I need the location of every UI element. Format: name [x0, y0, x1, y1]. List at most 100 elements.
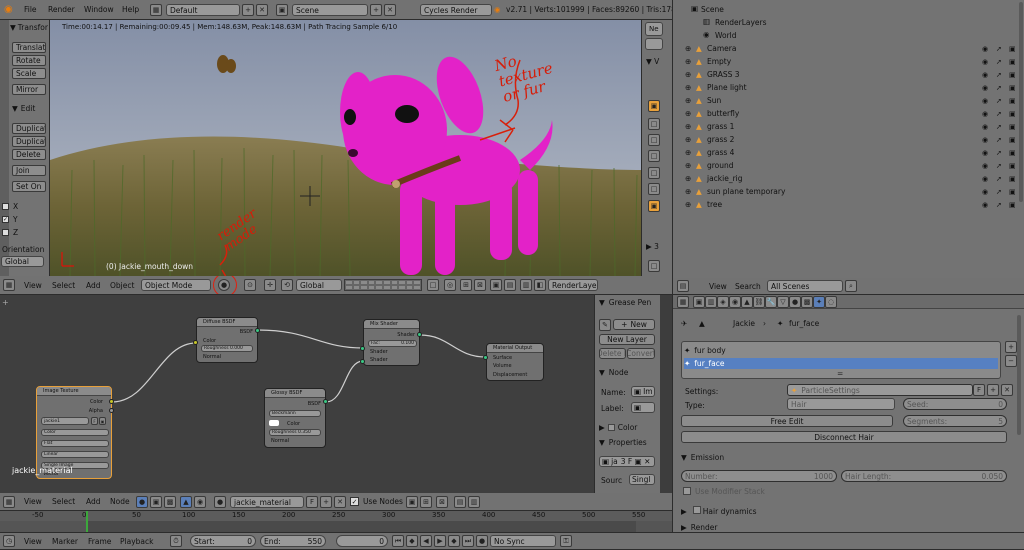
hair-length-field[interactable]: Hair Length: 0.050	[841, 470, 1007, 482]
grease-pencil-header[interactable]: ▼ Grease Pen	[599, 297, 651, 307]
mix-fac-field[interactable]: Fac: 0.100	[368, 340, 417, 347]
editor-type-icon[interactable]: ▦	[3, 279, 15, 291]
list-resize-handle[interactable]: =	[837, 369, 843, 378]
scale-button[interactable]: Scale	[12, 68, 46, 79]
visibility-eye-icon[interactable]: ◉	[982, 201, 990, 209]
shader-tree-icon[interactable]: ●	[136, 496, 148, 508]
n-panel-icon-7[interactable]: ▣	[648, 200, 660, 212]
select-arrow-icon[interactable]: ➚	[996, 201, 1004, 209]
emission-panel-header[interactable]: ▼ Emission	[681, 451, 724, 463]
viewport-menu-view[interactable]: View	[24, 276, 42, 294]
mode-select[interactable]: Object Mode	[141, 279, 211, 291]
expand-toggle-icon[interactable]: ⊕	[685, 96, 691, 105]
render-layer-icon[interactable]: ▥	[520, 279, 532, 291]
n-panel-field-2[interactable]	[645, 38, 663, 50]
z-checkbox[interactable]	[2, 229, 9, 236]
visibility-eye-icon[interactable]: ◉	[982, 149, 990, 157]
visibility-eye-icon[interactable]: ◉	[982, 136, 990, 144]
pin-icon[interactable]: ✈	[681, 319, 687, 328]
diffuse-color-socket[interactable]	[193, 340, 198, 345]
outliner-object-row[interactable]: ⊕ ▲ tree ◉ ➚ ▣	[673, 198, 1018, 211]
layout-add-icon[interactable]: +	[242, 4, 254, 16]
outliner-object-name[interactable]: Camera	[707, 44, 736, 53]
diffuse-bsdf-socket[interactable]	[255, 328, 260, 333]
node-paste-icon[interactable]: ▥	[468, 496, 480, 508]
diffuse-node-title[interactable]: Diffuse BSDF	[197, 318, 257, 327]
free-edit-button[interactable]: Free Edit	[681, 415, 893, 427]
add-particle-system-icon[interactable]: +	[1005, 341, 1017, 353]
select-arrow-icon[interactable]: ➚	[996, 188, 1004, 196]
select-arrow-icon[interactable]: ➚	[996, 110, 1004, 118]
render-preview-icon[interactable]: ▣	[490, 279, 502, 291]
timeline-editor-icon[interactable]: ◷	[3, 535, 15, 547]
timeline-menu-marker[interactable]: Marker	[52, 533, 78, 549]
expand-toggle-icon[interactable]: ⊕	[685, 187, 691, 196]
material-field[interactable]: jackie_material	[230, 496, 304, 508]
expand-toggle-icon[interactable]: ⊕	[685, 148, 691, 157]
outliner-object-name[interactable]: Empty	[707, 57, 731, 66]
outliner-filter-select[interactable]: All Scenes	[767, 280, 843, 292]
image-node-title[interactable]: Image Texture	[37, 387, 111, 396]
set-origin-button[interactable]: Set On	[12, 181, 46, 192]
scene-layer-icon[interactable]: ◧	[534, 279, 546, 291]
end-frame-field[interactable]: End: 550	[260, 535, 326, 547]
render-camera-icon[interactable]: ▣	[1009, 84, 1017, 92]
visibility-eye-icon[interactable]: ◉	[982, 175, 990, 183]
outliner-object-name[interactable]: grass 1	[707, 122, 734, 131]
object-tab-icon[interactable]: ▲	[741, 296, 753, 308]
constraints-tab-icon[interactable]: ⛓	[753, 296, 765, 308]
outliner-renderlayers-row[interactable]: ▥ RenderLayers	[673, 16, 1018, 29]
play-icon[interactable]: ▶	[434, 535, 446, 547]
outliner-object-row[interactable]: ⊕ ▲ Empty ◉ ➚ ▣	[673, 55, 1018, 68]
expand-toggle-icon[interactable]: ⊕	[685, 83, 691, 92]
expand-toggle-icon[interactable]: ⊕	[685, 161, 691, 170]
node-name-field[interactable]: ▣ Im	[631, 386, 655, 397]
node-menu-view[interactable]: View	[24, 493, 42, 510]
image-open-icon[interactable]: ▣	[99, 417, 106, 425]
material-output-node[interactable]: Material Output Surface Volume Displacem…	[486, 343, 544, 381]
outliner-object-row[interactable]: ⊕ ▲ GRASS 3 ◉ ➚ ▣	[673, 68, 1018, 81]
outliner-editor-icon[interactable]: ▤	[677, 280, 689, 292]
select-arrow-icon[interactable]: ➚	[996, 149, 1004, 157]
outliner-menu-view[interactable]: View	[709, 278, 727, 294]
node-editor[interactable]: Diffuse BSDF BSDF Color Roughness 0.000 …	[0, 295, 594, 493]
glossy-distribution-select[interactable]: Beckmann	[269, 410, 321, 417]
render-camera-icon[interactable]: ▣	[1009, 149, 1017, 157]
glossy-bsdf-node[interactable]: Glossy BSDF BSDF Beckmann Color Roughnes…	[264, 388, 326, 448]
jump-keyframe-forward-icon[interactable]: ◆	[448, 535, 460, 547]
node-image-field[interactable]: ▣ ja 3 F ▣ ✕	[599, 456, 655, 467]
particle-system-item-selected[interactable]: ✦ fur_face	[684, 358, 998, 369]
image-projection-select[interactable]: Flat	[41, 440, 109, 447]
material-icon[interactable]: ●	[214, 496, 226, 508]
jump-keyframe-back-icon[interactable]: ◆	[406, 535, 418, 547]
timeline[interactable]: -50 0 50 100 150 200 250 300 350 400 450 500 550	[0, 511, 672, 532]
outliner-object-row[interactable]: ⊕ ▲ Plane light ◉ ➚ ▣	[673, 81, 1018, 94]
render-camera-icon[interactable]: ▣	[1009, 175, 1017, 183]
expand-toggle-icon[interactable]: ⊕	[685, 200, 691, 209]
properties-scrollbar[interactable]	[1017, 315, 1021, 435]
number-field[interactable]: Number: 1000	[681, 470, 837, 482]
render-camera-icon[interactable]: ▣	[1009, 45, 1017, 53]
mix-shader-node[interactable]: Mix Shader Shader Fac: 0.100 Shader Shade…	[363, 319, 420, 366]
render-layer-select[interactable]: RenderLayer	[548, 279, 598, 291]
render-layers-tab-icon[interactable]: ▥	[705, 296, 717, 308]
n-panel-icon-5[interactable]: □	[648, 167, 660, 179]
n-panel-icon-6[interactable]: □	[648, 183, 660, 195]
outliner-object-name[interactable]: grass 2	[707, 135, 734, 144]
outliner-object-name[interactable]: Plane light	[707, 83, 747, 92]
menu-render[interactable]: Render	[48, 0, 75, 19]
expand-toggle-icon[interactable]: ⊕	[685, 57, 691, 66]
settings-add-icon[interactable]: +	[987, 384, 999, 396]
visibility-eye-icon[interactable]: ◉	[982, 110, 990, 118]
glossy-roughness-field[interactable]: Roughness 0.350	[269, 429, 321, 436]
gp-delete-button[interactable]: Delete F	[599, 348, 626, 359]
outliner-object-row[interactable]: ⊕ ▲ sun plane temporary ◉ ➚ ▣	[673, 185, 1018, 198]
node-snap-mode-icon[interactable]: ⊠	[436, 496, 448, 508]
render-engine-select[interactable]: Cycles Render	[420, 4, 492, 16]
shelf-tabs[interactable]	[0, 20, 9, 276]
sync-select[interactable]: No Sync	[490, 535, 556, 547]
outliner-scrollbar[interactable]	[1019, 2, 1023, 202]
select-arrow-icon[interactable]: ➚	[996, 162, 1004, 170]
orientation-select[interactable]: Global	[1, 256, 44, 267]
material-close-icon[interactable]: ✕	[334, 496, 346, 508]
